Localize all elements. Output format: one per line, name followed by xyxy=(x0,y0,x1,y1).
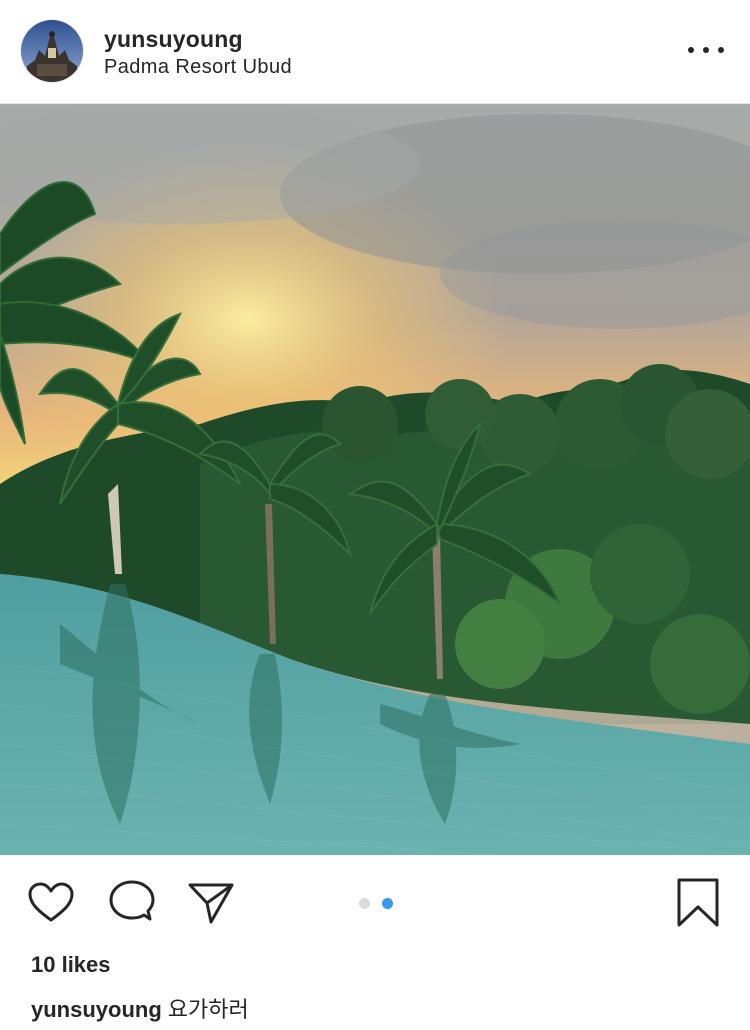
caption-username[interactable]: yunsuyoung xyxy=(31,997,162,1022)
heart-icon[interactable] xyxy=(27,879,75,927)
post-username[interactable]: yunsuyoung xyxy=(104,26,243,53)
likes-count[interactable]: 10 likes xyxy=(31,952,111,978)
more-options-icon[interactable] xyxy=(688,36,724,64)
paper-plane-icon[interactable] xyxy=(187,879,235,927)
avatar[interactable] xyxy=(21,20,83,82)
action-bar xyxy=(0,855,750,945)
carousel-dot-active xyxy=(382,897,393,909)
post-location[interactable]: Padma Resort Ubud xyxy=(104,56,292,79)
bookmark-icon[interactable] xyxy=(674,877,722,929)
carousel-indicator xyxy=(359,897,393,909)
caption-text: 요가하러 xyxy=(167,997,249,1022)
caption: yunsuyoung 요가하러 xyxy=(31,992,249,1024)
carousel-dot-inactive xyxy=(359,897,370,909)
comment-bubble-icon[interactable] xyxy=(108,879,156,927)
post-photo[interactable] xyxy=(0,104,750,855)
post-header: yunsuyoung Padma Resort Ubud xyxy=(0,0,750,104)
